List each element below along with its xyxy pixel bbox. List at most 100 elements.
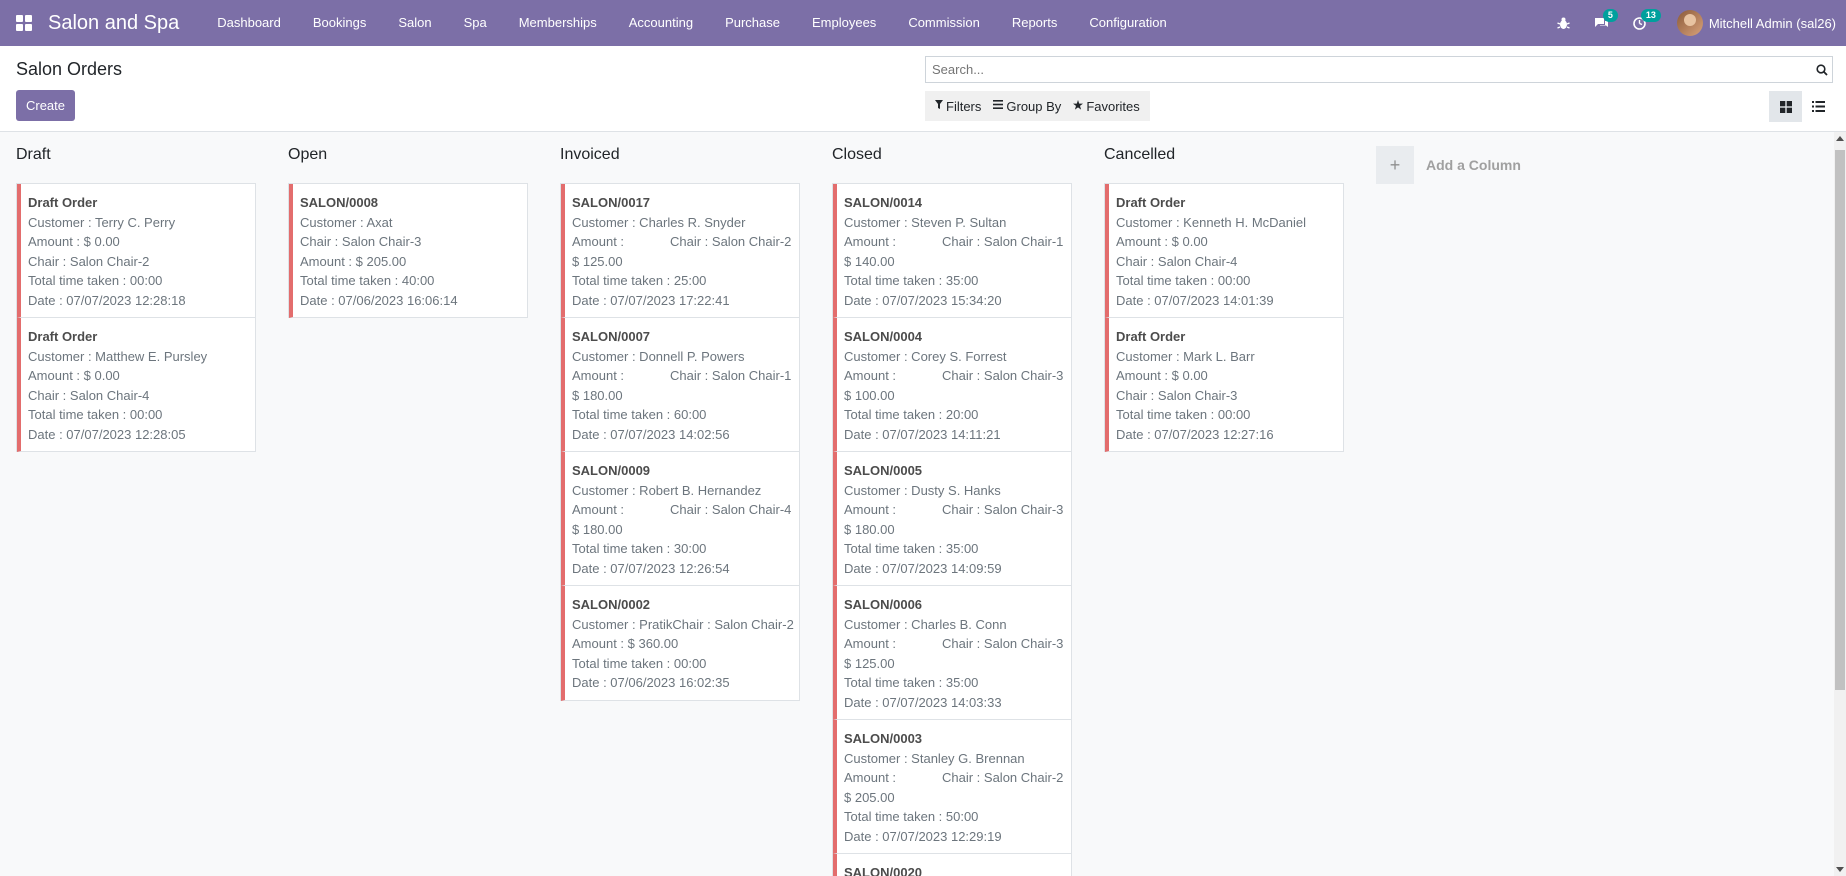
card-title: SALON/0005 — [844, 463, 923, 478]
search-input[interactable] — [926, 57, 1812, 82]
scroll-up-arrow-icon[interactable] — [1836, 136, 1844, 141]
card-time: Total time taken : 60:00 — [572, 407, 707, 422]
column-title[interactable]: Open — [288, 146, 327, 164]
menu-item-accounting[interactable]: Accounting — [613, 0, 709, 46]
messaging-chat-icon[interactable]: 5 — [1583, 0, 1621, 46]
kanban-card[interactable]: SALON/0004 Customer : Corey S. Forrest A… — [833, 318, 1071, 452]
card-date: Date : 07/07/2023 14:02:56 — [572, 426, 730, 442]
card-amount: Amount : $ 0.00 — [28, 234, 120, 249]
scroll-down-arrow-icon[interactable] — [1836, 867, 1844, 872]
main-menu: Dashboard Bookings Salon Spa Memberships… — [201, 0, 1182, 46]
top-navbar: Salon and Spa Dashboard Bookings Salon S… — [0, 0, 1846, 46]
card-amount-value: $ 125.00 — [572, 253, 623, 269]
card-title: Draft Order — [28, 195, 98, 210]
kanban-card[interactable]: Draft Order Customer : Terry C. Perry Am… — [17, 184, 255, 318]
card-time: Total time taken : 20:00 — [844, 407, 979, 422]
apps-menu-icon[interactable] — [0, 0, 48, 46]
kanban-card[interactable]: Draft Order Customer : Kenneth H. McDani… — [1105, 184, 1343, 318]
activity-clock-icon[interactable]: 13 — [1621, 0, 1661, 46]
kanban-card[interactable]: SALON/0014 Customer : Steven P. Sultan A… — [833, 184, 1071, 318]
page-title: Salon Orders — [16, 59, 123, 79]
kanban-card[interactable]: SALON/0008 Customer : Axat Chair : Salon … — [289, 184, 527, 318]
kanban-card[interactable]: SALON/0002 Customer : PratikChair : Salo… — [561, 586, 799, 701]
scroll-thumb[interactable] — [1835, 150, 1845, 690]
vertical-scrollbar[interactable] — [1834, 132, 1846, 876]
card-chair: Chair : Salon Chair-3 — [942, 502, 1064, 517]
card-time: Total time taken : 35:00 — [844, 675, 979, 690]
menu-item-configuration[interactable]: Configuration — [1073, 0, 1182, 46]
card-amount: Amount : — [844, 636, 897, 651]
menu-item-reports[interactable]: Reports — [996, 0, 1074, 46]
menu-item-spa[interactable]: Spa — [448, 0, 503, 46]
search-icon[interactable] — [1812, 57, 1832, 82]
card-amount: Amount : $ 360.00 — [572, 636, 679, 651]
card-title: Draft Order — [1116, 195, 1186, 210]
card-amount-row: Amount : Chair : Salon Chair-2 $ 125.00 — [572, 232, 792, 271]
create-button[interactable]: Create — [16, 90, 75, 121]
card-amount: Amount : — [572, 368, 625, 383]
kanban-card[interactable]: SALON/0005 Customer : Dusty S. Hanks Amo… — [833, 452, 1071, 586]
kanban-view-button[interactable] — [1769, 91, 1802, 122]
groupby-toggle[interactable]: Group By — [987, 91, 1067, 121]
card-date: Date : 07/07/2023 14:03:33 — [844, 694, 1002, 710]
kanban-card[interactable]: SALON/0007 Customer : Donnell P. Powers … — [561, 318, 799, 452]
card-amount: Amount : — [572, 502, 625, 517]
card-chair: Chair : Salon Chair-1 — [942, 234, 1064, 249]
kanban-card[interactable]: SALON/0009 Customer : Robert B. Hernande… — [561, 452, 799, 586]
menu-item-memberships[interactable]: Memberships — [503, 0, 613, 46]
card-date: Date : 07/06/2023 16:02:35 — [572, 675, 730, 690]
kanban-card[interactable]: SALON/0006 Customer : Charles B. Conn Am… — [833, 586, 1071, 720]
menu-item-salon[interactable]: Salon — [382, 0, 447, 46]
column-cards: SALON/0017 Customer : Charles R. Snyder … — [560, 183, 800, 701]
kanban-card[interactable]: SALON/0017 Customer : Charles R. Snyder … — [561, 184, 799, 318]
kanban-card[interactable]: Draft Order Customer : Matthew E. Pursle… — [17, 318, 255, 452]
menu-item-commission[interactable]: Commission — [892, 0, 996, 46]
card-date: Date : 07/07/2023 12:28:18 — [28, 292, 186, 308]
search-options: Filters Group By Favorites — [925, 91, 1150, 121]
column-title[interactable]: Closed — [832, 146, 882, 164]
card-amount-row: Amount : Chair : Salon Chair-1 $ 140.00 — [844, 232, 1064, 271]
card-time: Total time taken : 35:00 — [844, 273, 979, 288]
debug-bug-icon[interactable] — [1545, 0, 1583, 46]
add-column-label[interactable]: Add a Column — [1426, 157, 1521, 173]
card-chair: Chair : Salon Chair-3 — [1116, 387, 1238, 403]
list-view-button[interactable] — [1802, 91, 1835, 122]
card-customer: Customer : PratikChair : Salon Chair-2 — [572, 616, 794, 632]
column-title[interactable]: Cancelled — [1104, 146, 1175, 164]
card-amount-row: Amount : $ 0.00 Chair : Salon Chair-2 — [28, 232, 248, 271]
kanban-card[interactable]: Draft Order Customer : Mark L. Barr Amou… — [1105, 318, 1343, 452]
menu-item-employees[interactable]: Employees — [796, 0, 892, 46]
card-time: Total time taken : 25:00 — [572, 273, 707, 288]
card-chair: Chair : Salon Chair-4 — [670, 502, 792, 517]
filters-label: Filters — [946, 98, 982, 114]
kanban-card[interactable]: SALON/0003 Customer : Stanley G. Brennan… — [833, 720, 1071, 854]
menu-item-bookings[interactable]: Bookings — [297, 0, 382, 46]
card-customer: Customer : Corey S. Forrest — [844, 348, 1007, 364]
filter-icon — [935, 100, 943, 112]
user-menu[interactable]: Mitchell Admin (sal26) — [1676, 10, 1836, 36]
menu-item-purchase[interactable]: Purchase — [709, 0, 796, 46]
card-date: Date : 07/07/2023 17:22:41 — [572, 292, 730, 308]
card-amount-row: Amount : Chair : Salon Chair-3 $ 125.00 — [844, 634, 1064, 673]
filters-toggle[interactable]: Filters — [929, 91, 987, 121]
add-column[interactable]: + Add a Column — [1376, 146, 1521, 184]
card-customer: Customer : Robert B. Hernandez — [572, 482, 762, 498]
card-title: Draft Order — [28, 329, 98, 344]
card-chair: Chair : Salon Chair-2 — [28, 253, 150, 269]
column-title[interactable]: Draft — [16, 146, 51, 164]
plus-icon[interactable]: + — [1376, 146, 1414, 184]
favorites-toggle[interactable]: Favorites — [1067, 91, 1145, 121]
card-customer: Customer : Terry C. Perry — [28, 214, 176, 230]
card-customer-row: Customer : Axat Chair : Salon Chair-3 — [300, 213, 520, 252]
card-chair: Chair : Salon Chair-3 — [300, 234, 422, 249]
column-title[interactable]: Invoiced — [560, 146, 620, 164]
card-date: Date : 07/07/2023 15:34:20 — [844, 292, 1002, 308]
card-amount-row: Amount : Chair : Salon Chair-2 $ 205.00 — [844, 768, 1064, 807]
card-title: SALON/0007 — [572, 329, 651, 344]
app-brand[interactable]: Salon and Spa — [48, 12, 179, 35]
menu-item-dashboard[interactable]: Dashboard — [201, 0, 297, 46]
card-amount: Amount : $ 0.00 — [1116, 234, 1208, 249]
kanban-card[interactable]: SALON/0020 — [833, 854, 1071, 876]
card-amount: Amount : $ 205.00 — [300, 253, 407, 269]
card-customer: Customer : Charles R. Snyder — [572, 214, 746, 230]
